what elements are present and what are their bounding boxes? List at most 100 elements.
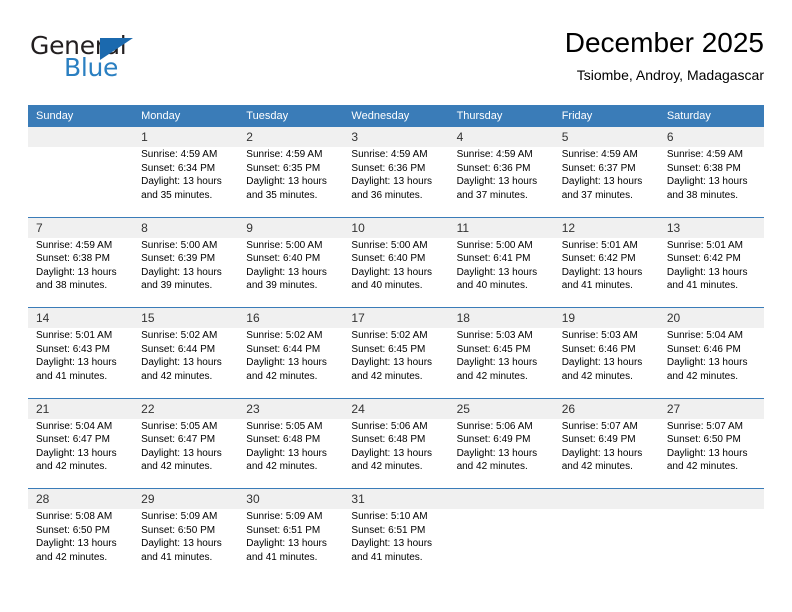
day-number-cell[interactable]: 18: [448, 307, 554, 328]
day-detail-cell[interactable]: Sunrise: 5:04 AM Sunset: 6:46 PM Daylight:…: [658, 328, 764, 398]
week-detail-row: Sunrise: 4:59 AM Sunset: 6:34 PM Daylight:…: [28, 147, 764, 217]
day-number-cell[interactable]: 29: [133, 488, 239, 509]
daylight-text: Daylight: 13 hours: [36, 266, 117, 278]
day-number-cell[interactable]: 19: [553, 307, 659, 328]
day-detail-cell[interactable]: Sunrise: 5:03 AM Sunset: 6:46 PM Daylight:…: [553, 328, 659, 398]
daylight-text: Daylight: 13 hours: [141, 266, 222, 278]
sunrise-text: Sunrise: 5:02 AM: [141, 330, 218, 341]
day-number-cell[interactable]: 26: [553, 397, 659, 419]
day-detail-cell[interactable]: Sunrise: 5:00 AM Sunset: 6:40 PM Daylight:…: [343, 237, 449, 308]
day-detail-cell[interactable]: Sunrise: 5:09 AM Sunset: 6:51 PM Daylight:…: [238, 509, 344, 579]
day-detail-cell[interactable]: Sunrise: 4:59 AM Sunset: 6:35 PM Daylight:…: [238, 147, 344, 217]
day-detail-cell[interactable]: Sunrise: 4:59 AM Sunset: 6:37 PM Daylight:…: [553, 147, 659, 217]
daylight-text-cont: and 41 minutes.: [141, 551, 213, 563]
day-number-cell[interactable]: 28: [28, 488, 134, 509]
sunrise-text: Sunrise: 5:00 AM: [456, 239, 533, 251]
sunrise-text: Sunrise: 5:09 AM: [141, 511, 218, 522]
day-number-cell[interactable]: 3: [343, 127, 449, 147]
day-number-cell[interactable]: 17: [343, 307, 449, 328]
sunset-text: Sunset: 6:49 PM: [561, 434, 636, 446]
daylight-text: Daylight: 13 hours: [246, 357, 327, 369]
sunrise-text: Sunrise: 5:07 AM: [561, 420, 638, 432]
sunset-text: Sunset: 6:42 PM: [666, 253, 741, 265]
day-number-cell[interactable]: 16: [238, 307, 344, 328]
day-number-cell[interactable]: 8: [133, 216, 239, 238]
daylight-text: Daylight: 13 hours: [456, 176, 538, 188]
day-detail-cell[interactable]: Sunrise: 4:59 AM Sunset: 6:38 PM Daylight:…: [658, 147, 764, 217]
calendar-header-row: Sunday Monday Tuesday Wednesday Thursday…: [28, 105, 764, 127]
day-number-cell[interactable]: 7: [28, 216, 134, 238]
day-detail-cell[interactable]: Sunrise: 5:02 AM Sunset: 6:45 PM Daylight:…: [343, 328, 449, 398]
day-detail-cell[interactable]: Sunrise: 5:10 AM Sunset: 6:51 PM Daylight:…: [343, 509, 449, 579]
day-number-cell[interactable]: 2: [238, 127, 344, 147]
day-number-cell[interactable]: 14: [28, 307, 134, 328]
daylight-text: Daylight: 13 hours: [246, 447, 327, 459]
day-number-cell[interactable]: 30: [238, 488, 344, 509]
day-number-cell[interactable]: 20: [658, 307, 764, 328]
day-detail-cell-empty: [28, 147, 134, 217]
sunset-text: Sunset: 6:42 PM: [561, 253, 636, 265]
day-number-cell[interactable]: 5: [553, 127, 659, 147]
daylight-text-cont: and 42 minutes.: [561, 370, 633, 382]
daylight-text-cont: and 42 minutes.: [561, 461, 633, 473]
day-number-cell[interactable]: 1: [133, 127, 239, 147]
day-number-cell[interactable]: 23: [238, 397, 344, 419]
day-detail-cell[interactable]: Sunrise: 5:01 AM Sunset: 6:42 PM Daylight:…: [658, 237, 764, 308]
day-detail-cell[interactable]: Sunrise: 5:01 AM Sunset: 6:43 PM Daylight:…: [28, 328, 134, 398]
day-detail-cell[interactable]: Sunrise: 5:00 AM Sunset: 6:39 PM Daylight:…: [133, 237, 239, 308]
daylight-text-cont: and 35 minutes.: [141, 189, 213, 201]
sunset-text: Sunset: 6:44 PM: [141, 343, 216, 355]
day-detail-cell[interactable]: Sunrise: 4:59 AM Sunset: 6:34 PM Daylight:…: [133, 147, 239, 217]
day-number-cell[interactable]: 4: [448, 127, 554, 147]
sunset-text: Sunset: 6:51 PM: [351, 524, 426, 536]
weekday-header-monday: Monday: [133, 105, 239, 127]
day-detail-cell[interactable]: Sunrise: 4:59 AM Sunset: 6:36 PM Daylight:…: [343, 147, 449, 217]
day-detail-cell[interactable]: Sunrise: 5:03 AM Sunset: 6:45 PM Daylight:…: [448, 328, 554, 398]
day-number-cell[interactable]: 13: [658, 216, 764, 238]
day-detail-cell[interactable]: Sunrise: 5:00 AM Sunset: 6:40 PM Daylight:…: [238, 237, 344, 308]
sunset-text: Sunset: 6:38 PM: [36, 253, 110, 265]
daylight-text: Daylight: 13 hours: [666, 447, 748, 459]
sunset-text: Sunset: 6:47 PM: [141, 434, 216, 446]
sunset-text: Sunset: 6:43 PM: [36, 343, 110, 355]
day-number-cell[interactable]: 22: [133, 397, 239, 419]
day-detail-cell[interactable]: Sunrise: 4:59 AM Sunset: 6:38 PM Daylight:…: [28, 237, 134, 308]
day-detail-cell[interactable]: Sunrise: 5:05 AM Sunset: 6:48 PM Daylight:…: [238, 418, 344, 489]
sunrise-text: Sunrise: 4:59 AM: [561, 149, 638, 160]
day-number-cell[interactable]: 21: [28, 397, 134, 419]
daylight-text: Daylight: 13 hours: [36, 447, 117, 459]
day-number-cell[interactable]: 31: [343, 488, 449, 509]
day-detail-cell[interactable]: Sunrise: 5:04 AM Sunset: 6:47 PM Daylight:…: [28, 418, 134, 489]
sunrise-text: Sunrise: 5:01 AM: [666, 239, 743, 251]
daylight-text-cont: and 42 minutes.: [456, 461, 528, 473]
day-detail-cell[interactable]: Sunrise: 5:08 AM Sunset: 6:50 PM Daylight:…: [28, 509, 134, 579]
day-detail-cell[interactable]: Sunrise: 5:02 AM Sunset: 6:44 PM Daylight:…: [133, 328, 239, 398]
day-detail-cell[interactable]: Sunrise: 5:07 AM Sunset: 6:50 PM Daylight:…: [658, 418, 764, 489]
day-detail-cell-empty: [553, 509, 659, 579]
calendar-table: Sunday Monday Tuesday Wednesday Thursday…: [28, 105, 764, 579]
day-number-cell-empty: [28, 127, 134, 147]
day-number-cell[interactable]: 25: [448, 397, 554, 419]
day-number-cell[interactable]: 10: [343, 216, 449, 238]
day-detail-cell[interactable]: Sunrise: 5:09 AM Sunset: 6:50 PM Daylight:…: [133, 509, 239, 579]
day-detail-cell[interactable]: Sunrise: 5:06 AM Sunset: 6:49 PM Daylight:…: [448, 418, 554, 489]
day-detail-cell[interactable]: Sunrise: 5:00 AM Sunset: 6:41 PM Daylight:…: [448, 237, 554, 308]
day-number-cell[interactable]: 6: [658, 127, 764, 147]
day-detail-cell[interactable]: Sunrise: 5:06 AM Sunset: 6:48 PM Daylight:…: [343, 418, 449, 489]
day-number-cell[interactable]: 9: [238, 216, 344, 238]
page-title: December 2025: [564, 27, 764, 58]
day-number-cell[interactable]: 24: [343, 397, 449, 419]
sunset-text: Sunset: 6:38 PM: [666, 162, 741, 174]
day-detail-cell[interactable]: Sunrise: 5:01 AM Sunset: 6:42 PM Daylight:…: [553, 237, 659, 308]
day-detail-cell[interactable]: Sunrise: 5:02 AM Sunset: 6:44 PM Daylight:…: [238, 328, 344, 398]
day-number-cell[interactable]: 27: [658, 397, 764, 419]
day-number-cell[interactable]: 12: [553, 216, 659, 238]
daylight-text-cont: and 42 minutes.: [666, 461, 739, 473]
daylight-text-cont: and 42 minutes.: [36, 551, 108, 563]
day-number-cell[interactable]: 15: [133, 307, 239, 328]
day-detail-cell[interactable]: Sunrise: 5:07 AM Sunset: 6:49 PM Daylight:…: [553, 418, 659, 489]
day-detail-cell[interactable]: Sunrise: 5:05 AM Sunset: 6:47 PM Daylight:…: [133, 418, 239, 489]
day-detail-cell[interactable]: Sunrise: 4:59 AM Sunset: 6:36 PM Daylight:…: [448, 147, 554, 217]
general-blue-logo[interactable]: General Blue: [30, 32, 190, 90]
day-number-cell[interactable]: 11: [448, 216, 554, 238]
